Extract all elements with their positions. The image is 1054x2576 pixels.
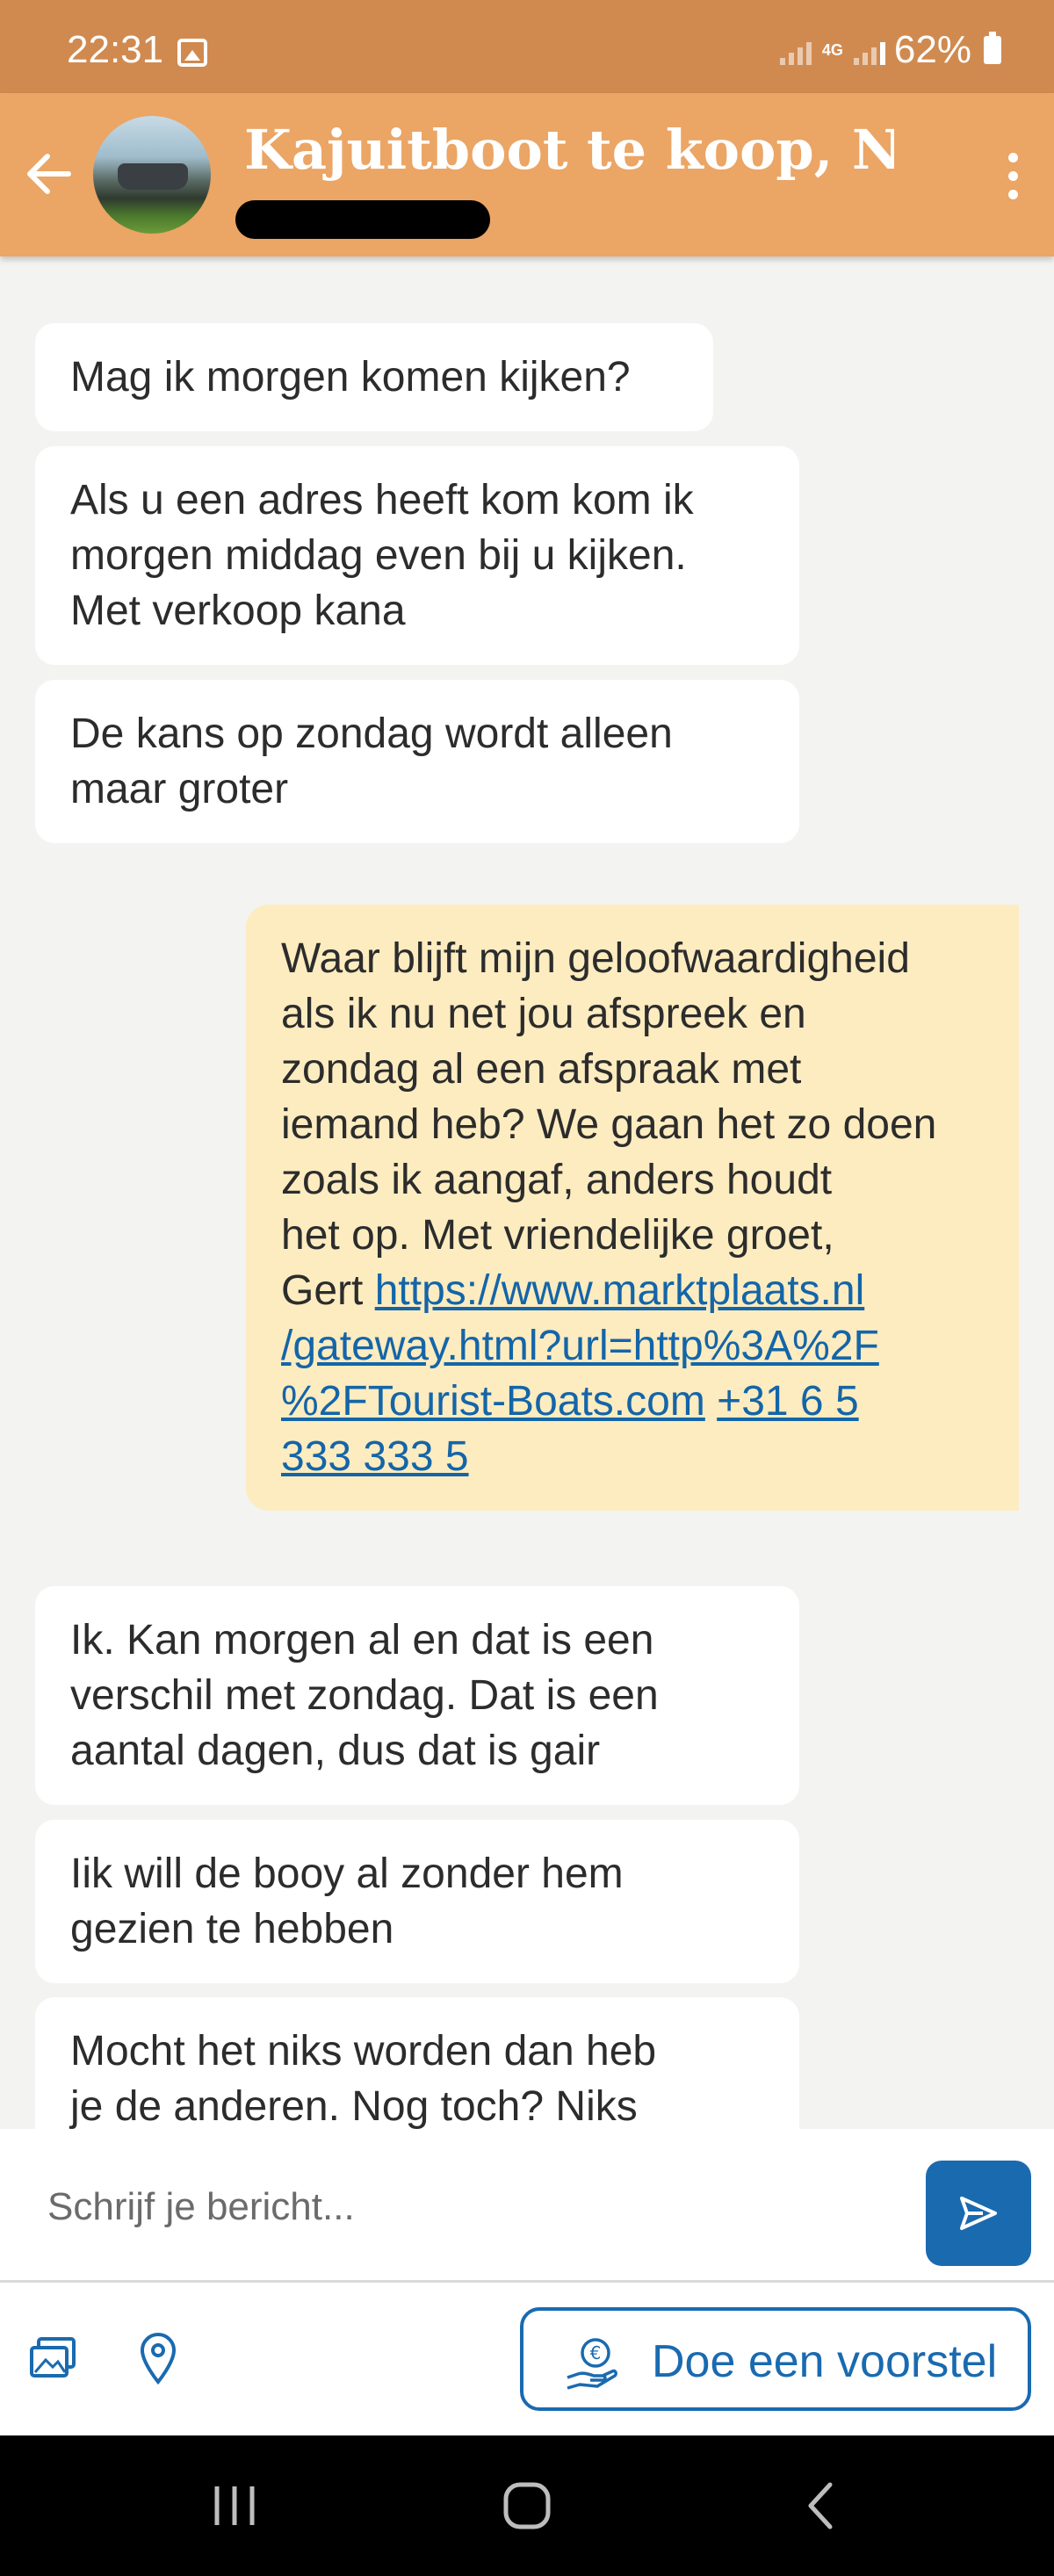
location-pin-icon[interactable] xyxy=(126,2327,190,2390)
message-line: aantal dagen, dus dat is gair xyxy=(70,1728,601,1774)
message-line: /gateway.html?url=http%3A%2F xyxy=(281,1318,993,1374)
phone-link-cont[interactable]: 333 333 5 xyxy=(281,1433,469,1480)
message-line: je de anderen. Nog toch? Niks xyxy=(70,2083,638,2129)
message-composer: Schrijf je bericht... xyxy=(0,2129,1054,2280)
back-arrow-icon[interactable] xyxy=(18,139,79,209)
signal-icon-2 xyxy=(853,35,885,65)
image-gallery-icon[interactable] xyxy=(21,2327,84,2390)
more-vertical-icon[interactable] xyxy=(987,141,1040,211)
chat-title[interactable]: Kajuitboot te koop, Nid... xyxy=(244,118,894,188)
euro-hand-icon: € xyxy=(567,2338,617,2390)
message-outgoing: Waar blijft mijn geloofwaardigheid als i… xyxy=(246,905,1019,1511)
message-incoming: Mocht het niks worden dan heb je de ande… xyxy=(35,1997,799,2129)
message-input[interactable]: Schrijf je bericht... xyxy=(47,2185,355,2229)
message-line: iemand heb? We gaan het zo doen xyxy=(281,1101,937,1148)
message-line: morgen middag even bij u kijken. xyxy=(70,532,687,579)
system-nav-bar xyxy=(0,2435,1054,2576)
url-link-cont[interactable]: %2FTourist-Boats.com xyxy=(281,1378,705,1425)
make-offer-button[interactable]: € Doe een voorstel xyxy=(520,2307,1031,2411)
battery-icon xyxy=(984,32,1001,64)
send-icon xyxy=(960,2197,997,2230)
message-line: %2FTourist-Boats.com +31 6 5 xyxy=(281,1374,993,1429)
message-line: Waar blijft mijn geloofwaardigheid xyxy=(281,935,910,982)
chat-toolbar: € Doe een voorstel xyxy=(0,2283,1054,2435)
url-link-cont[interactable]: /gateway.html?url=http%3A%2F xyxy=(281,1323,879,1369)
message-line: zoals ik aangaf, anders houdt xyxy=(281,1157,833,1203)
status-indicators: 4G 62% xyxy=(779,28,1001,72)
message-line: het op. Met vriendelijke groet, xyxy=(281,1212,834,1259)
status-time: 22:31 xyxy=(67,28,164,71)
phone-link[interactable]: +31 6 5 xyxy=(717,1378,858,1425)
message-line: maar groter xyxy=(70,766,289,812)
message-line: Met verkoop kana xyxy=(70,588,406,634)
message-line: verschil met zondag. Dat is een xyxy=(70,1672,659,1719)
message-line: als ik nu net jou afspreek en xyxy=(281,991,806,1037)
message-line: Mocht het niks worden dan heb xyxy=(70,2028,657,2075)
chat-header: Kajuitboot te koop, Nid... xyxy=(0,93,1054,256)
listing-avatar[interactable] xyxy=(93,116,211,234)
message-text: Mag ik morgen komen kijken? xyxy=(70,354,631,400)
message-line: Gert https://www.marktplaats.nl xyxy=(281,1263,993,1318)
message-incoming: Ik. Kan morgen al en dat is een verschil… xyxy=(35,1586,799,1805)
send-button[interactable] xyxy=(926,2161,1031,2266)
signature: Gert xyxy=(281,1267,364,1314)
redacted-name xyxy=(235,200,490,239)
status-bar: 22:31 4G 62% xyxy=(0,0,1054,93)
photo-notification-icon xyxy=(177,39,207,67)
message-line: 333 333 5 xyxy=(281,1429,993,1484)
back-icon[interactable] xyxy=(789,2471,850,2541)
message-incoming: Iik will de booy al zonder hem gezien te… xyxy=(35,1820,799,1983)
battery-percent: 62% xyxy=(893,28,971,71)
message-line: zondag al een afspraak met xyxy=(281,1046,802,1093)
svg-text:€: € xyxy=(590,2342,602,2363)
offer-label: Doe een voorstel xyxy=(652,2336,998,2387)
message-incoming: De kans op zondag wordt alleen maar grot… xyxy=(35,680,799,843)
message-line: gezien te hebben xyxy=(70,1906,394,1952)
message-incoming: Als u een adres heeft kom kom ik morgen … xyxy=(35,446,799,665)
home-icon[interactable] xyxy=(492,2471,562,2541)
message-line: Ik. Kan morgen al en dat is een xyxy=(70,1617,654,1663)
message-line: Iik will de booy al zonder hem xyxy=(70,1851,624,1897)
message-line: Als u een adres heeft kom kom ik xyxy=(70,477,694,523)
message-line: De kans op zondag wordt alleen xyxy=(70,711,673,757)
signal-icon xyxy=(779,35,812,65)
message-incoming: Mag ik morgen komen kijken? xyxy=(35,323,713,431)
url-link[interactable]: https://www.marktplaats.nl xyxy=(375,1267,865,1314)
network-type: 4G xyxy=(821,41,843,59)
recent-apps-icon[interactable] xyxy=(204,2471,265,2541)
